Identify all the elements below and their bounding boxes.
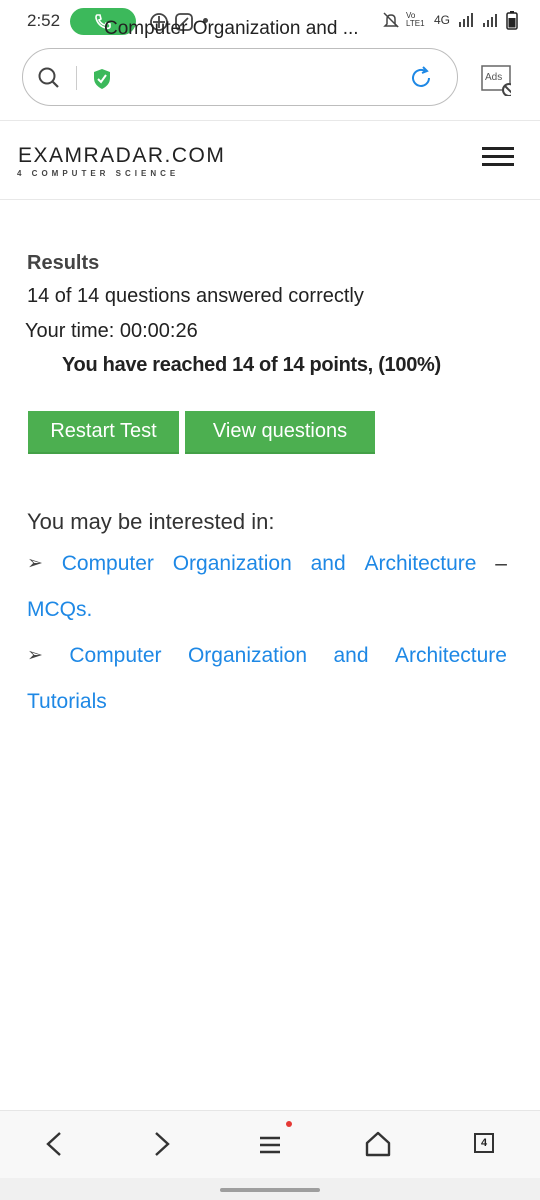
related-link-mcqs-tail[interactable]: MCQs. — [27, 598, 92, 622]
related-link-mcqs[interactable]: ➢ Computer Organization and Architecture… — [27, 552, 507, 576]
tabs-icon[interactable]: 4 — [474, 1133, 494, 1153]
status-icons: Vo LTE1 4G — [382, 10, 518, 30]
link-word[interactable]: and — [311, 552, 346, 576]
link-word[interactable]: and — [333, 644, 368, 668]
reload-icon[interactable] — [408, 65, 434, 91]
address-divider — [76, 66, 77, 90]
network-type: 4G — [433, 13, 450, 27]
restart-test-button[interactable]: Restart Test — [28, 411, 179, 454]
link-word[interactable]: Architecture — [395, 644, 507, 668]
back-icon[interactable] — [42, 1130, 66, 1158]
link-word[interactable]: Computer — [62, 552, 154, 576]
points-summary: You have reached 14 of 14 points, (100%) — [62, 354, 441, 376]
gesture-handle[interactable] — [220, 1188, 320, 1192]
tab-count: 4 — [480, 1137, 488, 1149]
hamburger-menu-icon[interactable] — [482, 147, 514, 167]
arrow-icon: ➢ — [27, 645, 43, 666]
view-questions-button[interactable]: View questions — [185, 411, 375, 454]
link-word[interactable]: Organization — [173, 552, 292, 576]
page-title[interactable]: Computer Organization and ... — [104, 18, 379, 40]
ads-label: Ads — [485, 72, 503, 83]
status-time: 2:52 — [27, 11, 61, 30]
related-link-tutorials[interactable]: ➢ Computer Organization and Architecture — [27, 644, 507, 668]
correct-count: 14 of 14 questions answered correctly — [27, 285, 364, 307]
results-heading: Results — [27, 252, 100, 274]
signal-1-icon — [459, 13, 473, 27]
related-link-tutorials-tail[interactable]: Tutorials — [27, 690, 107, 714]
address-bar[interactable] — [22, 48, 458, 106]
battery-icon — [506, 11, 518, 30]
forward-icon[interactable] — [150, 1130, 174, 1158]
elapsed-time: Your time: 00:00:26 — [25, 320, 198, 342]
link-word[interactable]: Architecture — [364, 552, 476, 576]
arrow-icon: ➢ — [27, 553, 43, 574]
interested-heading: You may be interested in: — [27, 509, 275, 534]
link-word[interactable]: Organization — [188, 644, 307, 668]
shield-check-icon[interactable] — [92, 68, 112, 90]
home-icon[interactable] — [364, 1130, 392, 1158]
signal-2-icon — [483, 14, 497, 27]
site-tagline: 4 COMPUTER SCIENCE — [17, 169, 180, 178]
link-word[interactable]: Computer — [69, 644, 161, 668]
link-word[interactable]: – — [495, 552, 507, 576]
menu-icon[interactable] — [256, 1118, 296, 1158]
volte-label: Vo LTE1 — [405, 11, 425, 28]
search-icon[interactable] — [37, 66, 61, 90]
mute-icon — [383, 12, 399, 28]
site-logo[interactable]: EXAMRADAR.COM — [18, 144, 225, 168]
